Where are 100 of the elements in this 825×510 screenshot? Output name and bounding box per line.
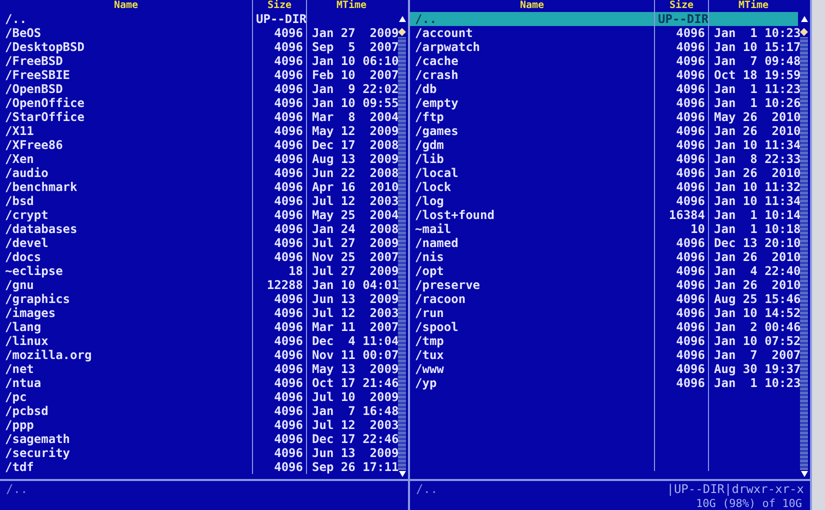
file-row[interactable]: /bsd 4096 Jul 12 2003 <box>0 194 396 208</box>
file-row[interactable]: /www 4096 Aug 30 19:37 <box>410 362 798 376</box>
file-size: 18 <box>252 264 306 278</box>
selected-row[interactable]: /.. UP--DIR <box>410 12 798 26</box>
file-row[interactable]: /pcbsd 4096 Jan 7 16:48 <box>0 404 396 418</box>
file-mtime: Dec 17 2008 <box>306 138 396 152</box>
file-row[interactable]: /opt 4096 Jan 4 22:40 <box>410 264 798 278</box>
file-row[interactable]: /FreeBSD 4096 Jan 10 06:10 <box>0 54 396 68</box>
column-header[interactable]: Size <box>252 0 306 12</box>
file-row[interactable]: /account 4096 Jan 1 10:23 <box>410 26 798 40</box>
file-row[interactable]: /gdm 4096 Jan 10 11:34 <box>410 138 798 152</box>
file-row[interactable]: /Xen 4096 Aug 13 2009 <box>0 152 396 166</box>
file-row[interactable]: /OpenOffice 4096 Jan 10 09:55 <box>0 96 396 110</box>
file-row[interactable]: /preserve 4096 Jan 26 2010 <box>410 278 798 292</box>
file-row[interactable]: /nis 4096 Jan 26 2010 <box>410 250 798 264</box>
file-row[interactable]: /local 4096 Jan 26 2010 <box>410 166 798 180</box>
file-mtime: Aug 25 15:46 <box>708 292 798 306</box>
file-size: UP--DIR <box>252 12 306 26</box>
file-row[interactable]: /pc 4096 Jul 10 2009 <box>0 390 396 404</box>
file-row[interactable]: /docs 4096 Nov 25 2007 <box>0 250 396 264</box>
file-row[interactable]: /graphics 4096 Jun 13 2009 <box>0 292 396 306</box>
file-row[interactable]: /security 4096 Jun 13 2009 <box>0 446 396 460</box>
file-row[interactable]: /lang 4096 Mar 11 2007 <box>0 320 396 334</box>
scroll-up-arrow-icon[interactable] <box>800 16 808 22</box>
file-row[interactable]: /net 4096 May 13 2009 <box>0 362 396 376</box>
file-row[interactable]: /StarOffice 4096 Mar 8 2004 <box>0 110 396 124</box>
file-row[interactable]: /empty 4096 Jan 1 10:26 <box>410 96 798 110</box>
file-row[interactable]: /gnu 12288 Jan 10 04:01 <box>0 278 396 292</box>
file-row[interactable]: /tdf 4096 Sep 26 17:11 <box>0 460 396 474</box>
file-mtime: Oct 18 19:59 <box>708 68 798 82</box>
file-row[interactable]: /tux 4096 Jan 7 2007 <box>410 348 798 362</box>
file-row[interactable]: /images 4096 Jul 12 2003 <box>0 306 396 320</box>
file-row[interactable]: /benchmark 4096 Apr 16 2010 <box>0 180 396 194</box>
file-mtime: Jan 8 22:33 <box>708 152 798 166</box>
file-row[interactable]: /yp 4096 Jan 1 10:23 <box>410 376 798 390</box>
file-row[interactable]: /lost+found 16384 Jan 1 10:14 <box>410 208 798 222</box>
file-name: /OpenOffice <box>4 96 86 110</box>
file-name: /gnu <box>4 278 35 292</box>
file-name: /ntua <box>4 376 42 390</box>
file-row[interactable]: /linux 4096 Dec 4 11:04 <box>0 334 396 348</box>
file-mtime: Jan 26 2010 <box>708 250 798 264</box>
file-row[interactable]: /devel 4096 Jul 27 2009 <box>0 236 396 250</box>
file-row[interactable]: /lib 4096 Jan 8 22:33 <box>410 152 798 166</box>
file-row[interactable]: /games 4096 Jan 26 2010 <box>410 124 798 138</box>
file-row[interactable]: /FreeSBIE 4096 Feb 10 2007 <box>0 68 396 82</box>
file-row[interactable]: /ftp 4096 May 26 2010 <box>410 110 798 124</box>
file-name: /lock <box>414 180 452 194</box>
file-mtime: Jan 4 22:40 <box>708 264 798 278</box>
file-row[interactable]: /racoon 4096 Aug 25 15:46 <box>410 292 798 306</box>
file-row[interactable]: /X11 4096 May 12 2009 <box>0 124 396 138</box>
file-size: 12288 <box>252 278 306 292</box>
file-row[interactable]: /log 4096 Jan 10 11:34 <box>410 194 798 208</box>
file-row[interactable]: /sagemath 4096 Dec 17 22:46 <box>0 432 396 446</box>
file-row[interactable]: /BeOS 4096 Jan 27 2009 <box>0 26 396 40</box>
file-row[interactable]: /arpwatch 4096 Jan 10 15:17 <box>410 40 798 54</box>
column-header[interactable]: Name <box>0 0 252 12</box>
column-header[interactable]: MTime <box>306 0 396 12</box>
file-row[interactable]: /run 4096 Jan 10 14:52 <box>410 306 798 320</box>
file-name: /security <box>4 446 72 460</box>
file-size: 4096 <box>654 264 708 278</box>
file-size: 4096 <box>654 166 708 180</box>
file-row[interactable]: /DesktopBSD 4096 Sep 5 2007 <box>0 40 396 54</box>
file-row[interactable]: ~mail 10 Jan 1 10:18 <box>410 222 798 236</box>
file-name: /tmp <box>414 334 445 348</box>
file-name: /opt <box>414 264 445 278</box>
file-row[interactable]: /named 4096 Dec 13 20:10 <box>410 236 798 250</box>
file-row[interactable]: /cache 4096 Jan 7 09:48 <box>410 54 798 68</box>
file-row[interactable]: /ppp 4096 Jul 12 2003 <box>0 418 396 432</box>
file-mtime: Jan 1 10:23 <box>708 26 798 40</box>
file-row[interactable]: /crypt 4096 May 25 2004 <box>0 208 396 222</box>
file-row[interactable]: /lock 4096 Jan 10 11:32 <box>410 180 798 194</box>
file-mtime: Jan 1 11:23 <box>708 82 798 96</box>
file-name: /ppp <box>4 418 35 432</box>
file-row[interactable]: /XFree86 4096 Dec 17 2008 <box>0 138 396 152</box>
file-row[interactable]: /crash 4096 Oct 18 19:59 <box>410 68 798 82</box>
file-row[interactable]: /mozilla.org 4096 Nov 11 00:07 <box>0 348 396 362</box>
file-mtime: Dec 4 11:04 <box>306 334 396 348</box>
file-row[interactable]: /tmp 4096 Jan 10 07:52 <box>410 334 798 348</box>
file-row[interactable]: /db 4096 Jan 1 11:23 <box>410 82 798 96</box>
file-size: 4096 <box>654 320 708 334</box>
file-size: 4096 <box>654 194 708 208</box>
scroll-up-arrow-icon[interactable] <box>398 16 406 22</box>
file-mtime: Nov 11 00:07 <box>306 348 396 362</box>
file-row[interactable]: ~eclipse 18 Jul 27 2009 <box>0 264 396 278</box>
column-header[interactable]: Name <box>410 0 654 12</box>
file-row[interactable]: /ntua 4096 Oct 17 21:46 <box>0 376 396 390</box>
file-row[interactable]: /.. UP--DIR <box>0 12 396 26</box>
scroll-down-arrow-icon[interactable] <box>800 471 808 477</box>
file-mtime: Jan 10 11:32 <box>708 180 798 194</box>
file-row[interactable]: /spool 4096 Jan 2 00:46 <box>410 320 798 334</box>
file-row[interactable]: /databases 4096 Jan 24 2008 <box>0 222 396 236</box>
file-mtime: Jan 27 2009 <box>306 26 396 40</box>
file-mtime: Aug 30 19:37 <box>708 362 798 376</box>
file-row[interactable]: /OpenBSD 4096 Jan 9 22:02 <box>0 82 396 96</box>
file-row[interactable]: /audio 4096 Jun 22 2008 <box>0 166 396 180</box>
scroll-down-arrow-icon[interactable] <box>398 471 406 477</box>
file-name: /linux <box>4 334 50 348</box>
file-name: /docs <box>4 250 42 264</box>
file-name: /cache <box>414 54 460 68</box>
file-name: /games <box>414 124 460 138</box>
